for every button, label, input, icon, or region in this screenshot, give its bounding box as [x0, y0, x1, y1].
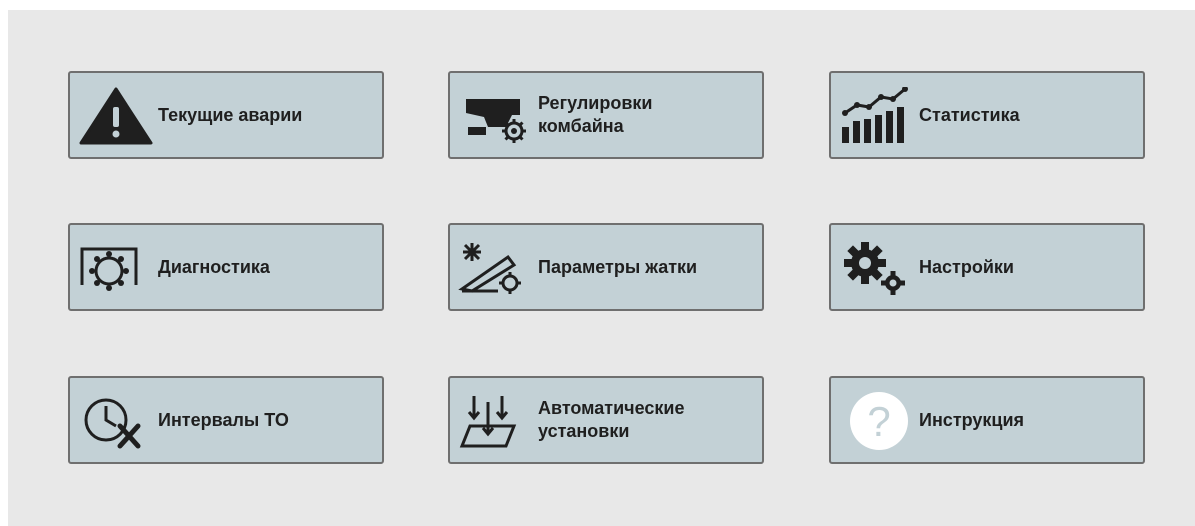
maintenance-intervals-button[interactable]: Интервалы ТО — [68, 376, 384, 464]
combine-adjustments-button[interactable]: Регулировки комбайна — [448, 71, 764, 159]
tile-label: Диагностика — [158, 256, 270, 277]
settings-button[interactable]: Настройки — [829, 223, 1145, 311]
tile-label: Настройки — [919, 256, 1014, 277]
statistics-chart-icon — [842, 87, 908, 143]
combine-settings-icon — [466, 99, 526, 143]
automatic-setup-icon — [459, 396, 517, 448]
settings-gears-icon — [844, 242, 905, 295]
header-parameters-icon — [458, 243, 521, 294]
statistics-button[interactable]: Статистика — [829, 71, 1145, 159]
instruction-button[interactable]: ? Инструкция — [829, 376, 1145, 464]
maintenance-clock-icon — [84, 398, 141, 449]
tile-label: Интервалы ТО — [158, 409, 289, 430]
diagnostics-gear-icon — [80, 247, 138, 291]
tile-label: Инструкция — [919, 409, 1025, 430]
warning-triangle-icon — [79, 87, 153, 145]
tile-label: Текущие аварии — [158, 104, 303, 125]
svg-text:?: ? — [867, 398, 890, 445]
tile-label: Статистика — [919, 104, 1020, 125]
diagnostics-button[interactable]: Диагностика — [68, 223, 384, 311]
automatic-settings-button[interactable]: Автоматические установки — [448, 376, 764, 464]
current-alarms-button[interactable]: Текущие аварии — [68, 71, 384, 159]
help-question-icon: ? — [850, 392, 908, 450]
main-menu-panel: Текущие аварии Регулировки комбайна Стат… — [8, 10, 1195, 526]
header-parameters-button[interactable]: Параметры жатки — [448, 223, 764, 311]
tile-label: Параметры жатки — [538, 256, 698, 277]
tile-label: Автоматические установки — [538, 398, 685, 441]
tile-label: Регулировки комбайна — [538, 93, 653, 136]
